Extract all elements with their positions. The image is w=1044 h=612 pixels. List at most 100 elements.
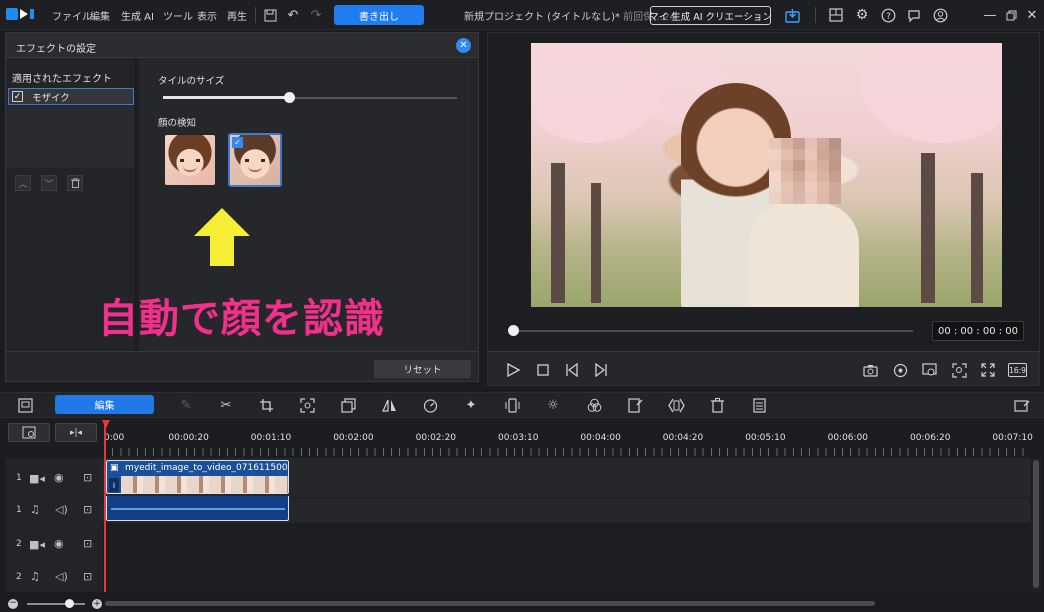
video-track-2[interactable] — [102, 526, 1030, 562]
annotation-text: 自動で顔を認識 — [98, 296, 385, 342]
video-clip[interactable]: ▣ myedit_image_to_video_0716115004 i — [106, 460, 289, 494]
fullscreen-icon[interactable] — [979, 361, 997, 379]
export-button[interactable]: 書き出し — [334, 5, 424, 25]
help-icon[interactable]: ? — [879, 6, 897, 24]
crop-icon[interactable] — [257, 396, 275, 414]
track-number: 2 — [16, 539, 22, 549]
close-icon[interactable]: ✕ — [1023, 6, 1041, 24]
scissors-icon[interactable]: ✂ — [217, 396, 235, 414]
menu-tools[interactable]: ツール — [163, 8, 193, 23]
zoom-out-icon[interactable]: − — [8, 599, 18, 609]
save-icon[interactable] — [262, 7, 278, 23]
stabilize-icon[interactable] — [503, 396, 521, 414]
clip-thumbnails — [121, 476, 288, 493]
media-library-icon[interactable] — [16, 396, 34, 414]
face-smile — [248, 166, 262, 172]
move-down-icon[interactable]: ﹀ — [41, 175, 57, 191]
panel-close-icon[interactable]: ✕ — [456, 38, 471, 53]
stop-icon[interactable] — [534, 361, 552, 379]
effect-settings-panel: エフェクトの設定 ✕ 適用されたエフェクト ✓ モザイク ︿ ﹀ タイルのサイズ… — [5, 32, 609, 382]
menu-view[interactable]: 表示 — [197, 8, 217, 23]
download-icon[interactable] — [783, 6, 801, 24]
undo-icon[interactable]: ↶ — [285, 7, 301, 23]
zoom-preview-icon[interactable] — [950, 361, 968, 379]
face-selected-check-icon[interactable]: ✓ — [232, 137, 243, 148]
unlock-icon[interactable]: ⊡ — [83, 537, 92, 550]
account-icon[interactable] — [931, 6, 949, 24]
ruler-time-label: 00:04:20 — [662, 433, 704, 443]
layout-icon[interactable] — [827, 6, 845, 24]
zoom-in-icon[interactable]: + — [92, 599, 102, 609]
pen-icon[interactable]: ✎ — [177, 396, 195, 414]
timeline-vertical-scroll-thumb[interactable] — [1033, 460, 1039, 588]
trash-icon[interactable] — [67, 175, 83, 191]
tab-edit[interactable]: 編集 — [55, 395, 154, 414]
menu-playback[interactable]: 再生 — [227, 8, 247, 23]
zoom-slider-knob[interactable] — [65, 599, 74, 608]
video-camera-icon: ■◂ — [29, 472, 45, 485]
unlock-icon[interactable]: ⊡ — [83, 503, 92, 516]
delete-trash-icon[interactable] — [708, 396, 726, 414]
clip-info-icon[interactable]: i — [109, 478, 119, 492]
tree-trunk — [591, 183, 601, 303]
eye-icon[interactable]: ◉ — [54, 537, 64, 550]
magic-effect-icon[interactable]: ✦ — [462, 396, 480, 414]
restore-icon[interactable] — [1002, 6, 1020, 24]
checkbox-icon[interactable]: ✓ — [12, 91, 23, 102]
focus-icon[interactable] — [298, 396, 316, 414]
speaker-icon[interactable]: ◁) — [55, 503, 68, 516]
flip-icon[interactable] — [380, 396, 398, 414]
play-icon[interactable] — [504, 361, 522, 379]
audio-clip[interactable] — [106, 496, 289, 521]
face-thumbnail-woman[interactable] — [165, 135, 215, 185]
chapter-list-icon[interactable] — [749, 396, 767, 414]
aspect-ratio-button[interactable]: 16:9 — [1008, 363, 1027, 377]
next-frame-icon[interactable] — [592, 361, 610, 379]
panel-title: エフェクトの設定 — [16, 44, 96, 55]
gear-icon[interactable]: ⚙ — [853, 6, 871, 24]
brightness-icon[interactable]: ☼ — [544, 396, 562, 414]
timeline-horizontal-scrollbar[interactable] — [105, 601, 875, 606]
menu-edit[interactable]: 編集 — [90, 8, 110, 23]
track-number: 2 — [16, 572, 22, 582]
render-preview-icon[interactable] — [891, 361, 909, 379]
snapshot-camera-icon[interactable] — [861, 361, 879, 379]
video-clip-icon: ▣ — [110, 463, 119, 473]
unlock-icon[interactable]: ⊡ — [83, 570, 92, 583]
speaker-icon[interactable]: ◁) — [55, 570, 68, 583]
fit-timeline-button[interactable]: ▸|◂ — [55, 423, 97, 442]
preview-quality-icon[interactable] — [920, 361, 938, 379]
unlock-icon[interactable]: ⊡ — [83, 471, 92, 484]
zoom-slider-track[interactable] — [27, 603, 85, 605]
tile-size-slider-knob[interactable] — [284, 92, 296, 103]
speed-icon[interactable] — [421, 396, 439, 414]
transition-icon[interactable] — [667, 396, 685, 414]
move-up-icon[interactable]: ︿ — [15, 175, 31, 191]
menu-generative-ai[interactable]: 生成 AI — [121, 8, 154, 23]
timecode-display[interactable]: 00 : 00 : 00 : 00 — [932, 321, 1024, 341]
audio-track-2[interactable] — [102, 562, 1030, 592]
face-smile — [183, 166, 197, 172]
previous-frame-icon[interactable] — [563, 361, 581, 379]
face-thumbnail-child-selected[interactable]: ✓ — [228, 133, 282, 187]
toolbar-customize-icon[interactable] — [1013, 396, 1031, 414]
yellow-arrow-up-icon — [194, 208, 250, 266]
ruler-time-label: 0:00 — [104, 433, 125, 443]
notification-icon[interactable] — [905, 6, 923, 24]
reset-button[interactable]: リセット — [374, 360, 471, 378]
audio-edit-icon[interactable] — [626, 396, 644, 414]
playhead[interactable] — [104, 420, 106, 592]
preview-seek-track[interactable] — [511, 330, 913, 332]
menu-file[interactable]: ファイル — [52, 8, 92, 23]
effect-name: モザイク — [32, 92, 70, 104]
track-manager-button[interactable] — [8, 423, 50, 442]
color-circles-icon[interactable] — [585, 396, 603, 414]
ruler-time-label: 00:06:20 — [910, 433, 951, 443]
my-ai-creation-button[interactable]: マイ 生成 AI クリエーション — [649, 6, 772, 25]
applied-effect-mosaic[interactable]: ✓ モザイク — [8, 88, 134, 105]
preview-seek-knob[interactable] — [508, 325, 519, 336]
minimize-icon[interactable]: — — [981, 6, 999, 24]
eye-icon[interactable]: ◉ — [54, 471, 64, 484]
overlay-icon[interactable] — [339, 396, 357, 414]
redo-icon[interactable]: ↷ — [308, 7, 324, 23]
